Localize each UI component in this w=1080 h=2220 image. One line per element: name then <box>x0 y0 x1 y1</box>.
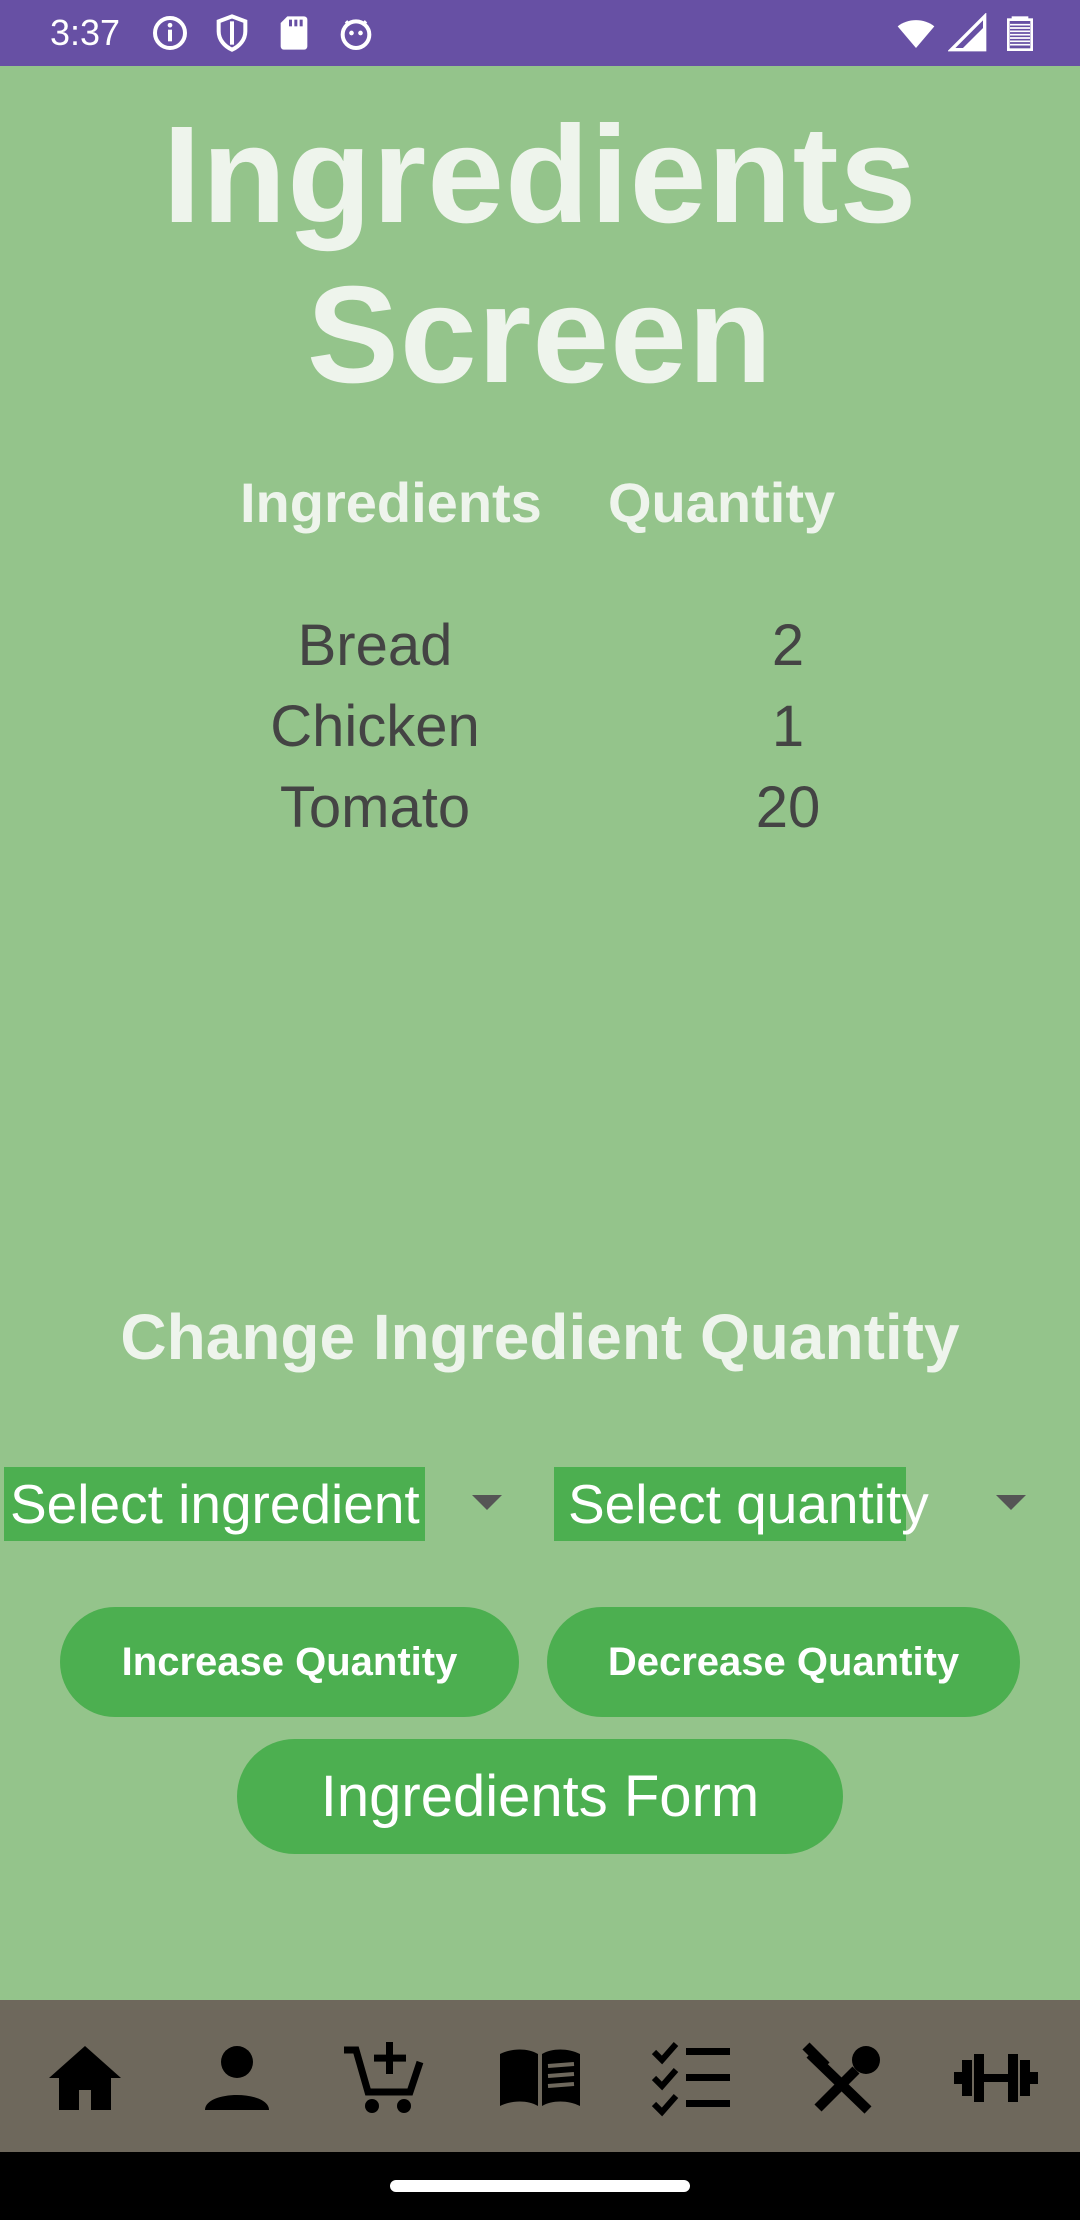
increase-quantity-button[interactable]: Increase Quantity <box>60 1607 519 1717</box>
ingredient-cell: Chicken <box>270 694 480 759</box>
ingredients-column-header: Ingredients <box>240 471 542 534</box>
quantity-cell: 20 <box>755 775 821 840</box>
ingredient-cell: Tomato <box>279 775 471 840</box>
change-quantity-heading: Change Ingredient Quantity <box>120 1301 960 1373</box>
home-gesture-handle[interactable] <box>390 2180 690 2192</box>
wifi-icon <box>897 20 935 48</box>
info-icon <box>153 16 187 50</box>
page-title-line1: Ingredients <box>162 98 918 252</box>
android-debug-icon <box>340 19 372 51</box>
chevron-down-icon[interactable] <box>996 1495 1026 1513</box>
sd-card-icon <box>280 16 308 50</box>
ingredient-cell: Bread <box>297 613 453 678</box>
checklist-icon[interactable] <box>648 2038 736 2118</box>
page-title-line2: Screen <box>306 258 774 412</box>
home-icon[interactable] <box>41 2038 129 2118</box>
chevron-down-icon[interactable] <box>472 1495 502 1513</box>
signal-icon <box>948 13 987 52</box>
page-title: Ingredients Screen <box>0 95 1080 415</box>
status-time: 3:37 <box>50 12 121 53</box>
ingredients-form-button[interactable]: Ingredients Form <box>237 1739 843 1854</box>
status-icons-right <box>896 13 1040 53</box>
add-to-cart-icon[interactable] <box>338 2038 426 2118</box>
quantity-column-header: Quantity <box>608 471 836 534</box>
shield-icon <box>216 14 248 52</box>
person-icon[interactable] <box>193 2038 281 2118</box>
status-bar: 3:37 <box>0 0 1080 66</box>
restaurant-icon[interactable] <box>800 2038 888 2118</box>
decrease-quantity-button[interactable]: Decrease Quantity <box>547 1607 1020 1717</box>
ingredient-select[interactable]: Select ingredient <box>4 1467 425 1541</box>
quantity-cell: 2 <box>771 613 805 678</box>
battery-icon <box>1007 16 1033 51</box>
quantity-select[interactable]: Select quantity <box>554 1467 929 1541</box>
status-icons-left <box>150 13 376 53</box>
menu-book-icon[interactable] <box>496 2038 584 2118</box>
fitness-icon[interactable] <box>952 2038 1040 2118</box>
quantity-cell: 1 <box>771 694 805 759</box>
